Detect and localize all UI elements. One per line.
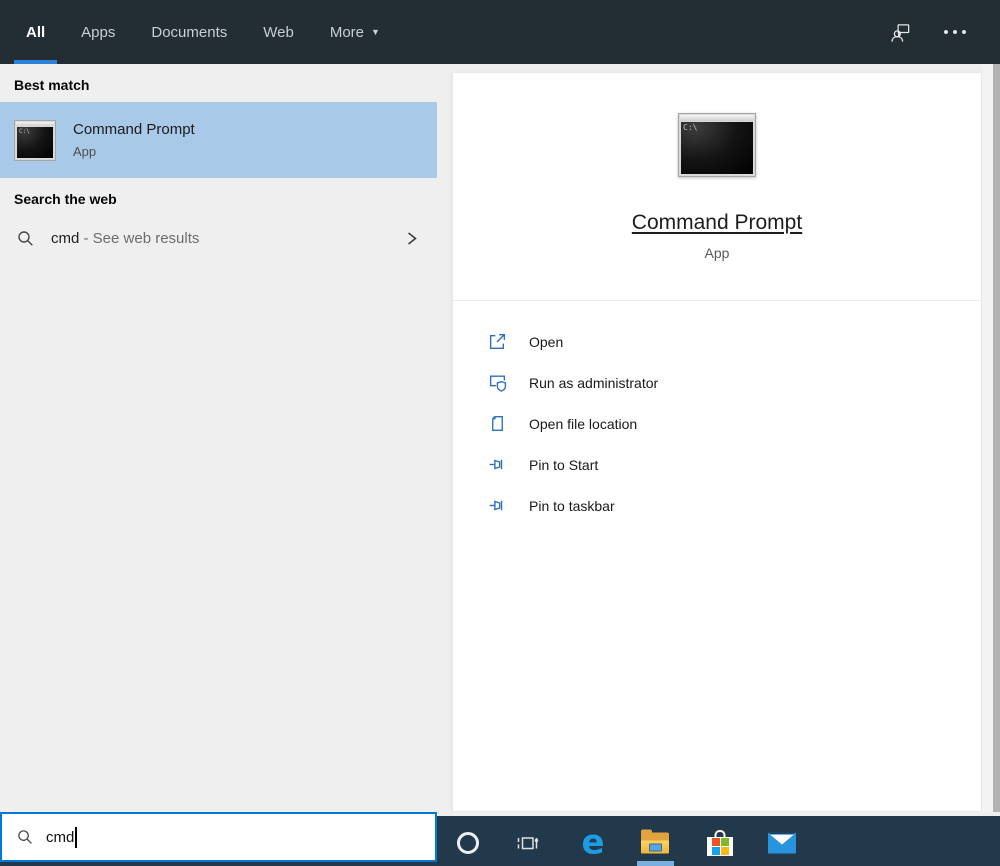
search-flyout: All Apps Documents Web More ▼ Best match… bbox=[0, 0, 1000, 866]
command-prompt-icon: C:\ bbox=[14, 119, 56, 161]
tab-web[interactable]: Web bbox=[251, 0, 306, 64]
taskbar: cmd e bbox=[0, 812, 1000, 866]
feedback-icon[interactable] bbox=[889, 21, 912, 44]
tab-documents[interactable]: Documents bbox=[139, 0, 239, 64]
admin-shield-icon bbox=[488, 373, 507, 392]
file-explorer-icon bbox=[641, 829, 669, 854]
search-input[interactable]: cmd bbox=[0, 812, 437, 862]
scrollbar-thumb[interactable] bbox=[993, 64, 1000, 812]
mail-button[interactable] bbox=[768, 832, 796, 854]
results-panel: Best match C:\ Command Prompt App Search… bbox=[0, 64, 437, 812]
more-options-icon[interactable] bbox=[944, 30, 966, 34]
action-open[interactable]: Open bbox=[488, 321, 981, 362]
web-query: cmd bbox=[51, 229, 80, 247]
action-pin-to-start[interactable]: Pin to Start bbox=[488, 444, 981, 485]
store-icon bbox=[707, 830, 733, 856]
web-suffix: - See web results bbox=[83, 229, 200, 247]
filter-tabs: All Apps Documents Web More ▼ bbox=[0, 0, 404, 64]
scrollbar-track bbox=[982, 64, 1000, 812]
search-icon bbox=[17, 230, 34, 247]
mail-icon bbox=[768, 832, 796, 854]
tab-more-label: More bbox=[329, 23, 365, 41]
tab-more[interactable]: More ▼ bbox=[318, 0, 392, 64]
active-app-indicator bbox=[637, 861, 674, 866]
search-header: All Apps Documents Web More ▼ bbox=[0, 0, 1000, 64]
action-pin-to-taskbar[interactable]: Pin to taskbar bbox=[488, 485, 981, 526]
search-value: cmd bbox=[46, 828, 75, 846]
preview-subtitle: App bbox=[704, 245, 730, 261]
chevron-right-icon bbox=[404, 230, 419, 247]
command-prompt-icon: C:\ bbox=[678, 113, 756, 177]
edge-button[interactable]: e bbox=[581, 822, 605, 863]
pin-icon bbox=[488, 496, 507, 515]
search-web-header: Search the web bbox=[14, 191, 117, 207]
store-button[interactable] bbox=[707, 830, 733, 856]
tab-web-label: Web bbox=[263, 23, 294, 41]
pin-icon bbox=[488, 455, 507, 474]
preview-panel: C:\ Command Prompt App Open Run as admin… bbox=[452, 72, 982, 812]
result-subtitle: App bbox=[73, 144, 97, 159]
action-list: Open Run as administrator Open file loca… bbox=[453, 301, 981, 526]
chevron-down-icon: ▼ bbox=[371, 27, 380, 37]
action-run-as-administrator[interactable]: Run as administrator bbox=[488, 362, 981, 403]
tab-all[interactable]: All bbox=[14, 0, 58, 64]
tab-documents-label: Documents bbox=[151, 23, 228, 41]
best-match-header: Best match bbox=[14, 77, 90, 93]
best-match-result[interactable]: C:\ Command Prompt App bbox=[0, 102, 437, 178]
cortana-button[interactable] bbox=[457, 832, 479, 854]
search-icon bbox=[17, 829, 33, 845]
taskbar-top-gap bbox=[437, 812, 1000, 816]
tab-apps-label: Apps bbox=[81, 23, 116, 41]
result-title: Command Prompt bbox=[73, 121, 195, 138]
web-search-result[interactable]: cmd - See web results bbox=[0, 213, 437, 263]
cortana-icon bbox=[457, 832, 479, 854]
text-caret bbox=[75, 826, 78, 848]
file-location-icon bbox=[488, 414, 507, 433]
file-explorer-button[interactable] bbox=[641, 829, 669, 854]
preview-title: Command Prompt bbox=[631, 211, 803, 234]
open-icon bbox=[488, 332, 507, 351]
task-view-button[interactable] bbox=[515, 830, 541, 856]
tab-apps[interactable]: Apps bbox=[69, 0, 127, 64]
task-view-icon bbox=[515, 830, 541, 856]
tab-all-label: All bbox=[26, 23, 46, 41]
action-open-file-location[interactable]: Open file location bbox=[488, 403, 981, 444]
header-actions bbox=[889, 0, 1000, 64]
edge-icon: e bbox=[581, 822, 605, 863]
